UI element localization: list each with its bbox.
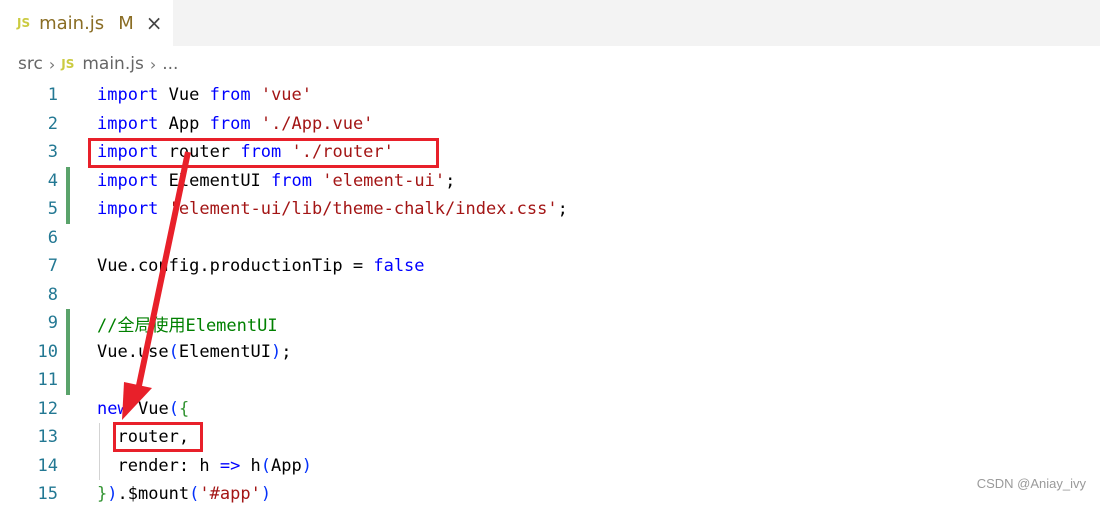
watermark: CSDN @Aniay_ivy (976, 476, 1086, 491)
arrow-shaft (134, 151, 191, 396)
arrow-head (122, 382, 152, 420)
annotation-arrow (122, 151, 191, 420)
